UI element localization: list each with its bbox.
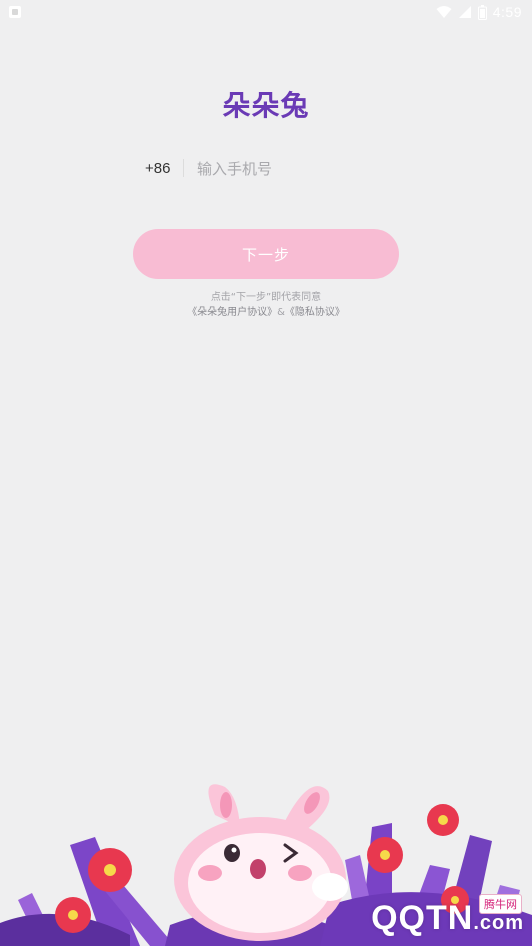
agreement-line1: 点击“下一步”即代表同意 [210, 292, 322, 303]
status-bar: 4:59 [0, 0, 532, 24]
app-logo: 朵朵兔 [222, 89, 310, 122]
status-icons: 4:59 [436, 3, 522, 21]
signal-icon [458, 6, 471, 18]
phone-input-row: +86 [133, 150, 399, 188]
phone-number-input[interactable] [197, 156, 397, 182]
next-button[interactable]: 下一步 [133, 229, 399, 279]
agreement-and: & [277, 307, 285, 318]
watermark-badge: 腾牛网 [479, 894, 522, 914]
status-time: 4:59 [492, 4, 522, 20]
country-code-selector[interactable]: +86 [145, 160, 170, 177]
wifi-icon [436, 6, 452, 18]
battery-icon [477, 4, 487, 20]
agreement-text: 点击“下一步”即代表同意 《朵朵兔用户协议》&《隐私协议》 [0, 290, 532, 320]
agreement-line2: 《朵朵兔用户协议》&《隐私协议》 [0, 305, 532, 320]
privacy-policy-link[interactable]: 《隐私协议》 [285, 307, 345, 318]
user-agreement-link[interactable]: 《朵朵兔用户协议》 [187, 307, 277, 318]
phone-divider [183, 159, 184, 177]
notification-icon [9, 6, 21, 18]
